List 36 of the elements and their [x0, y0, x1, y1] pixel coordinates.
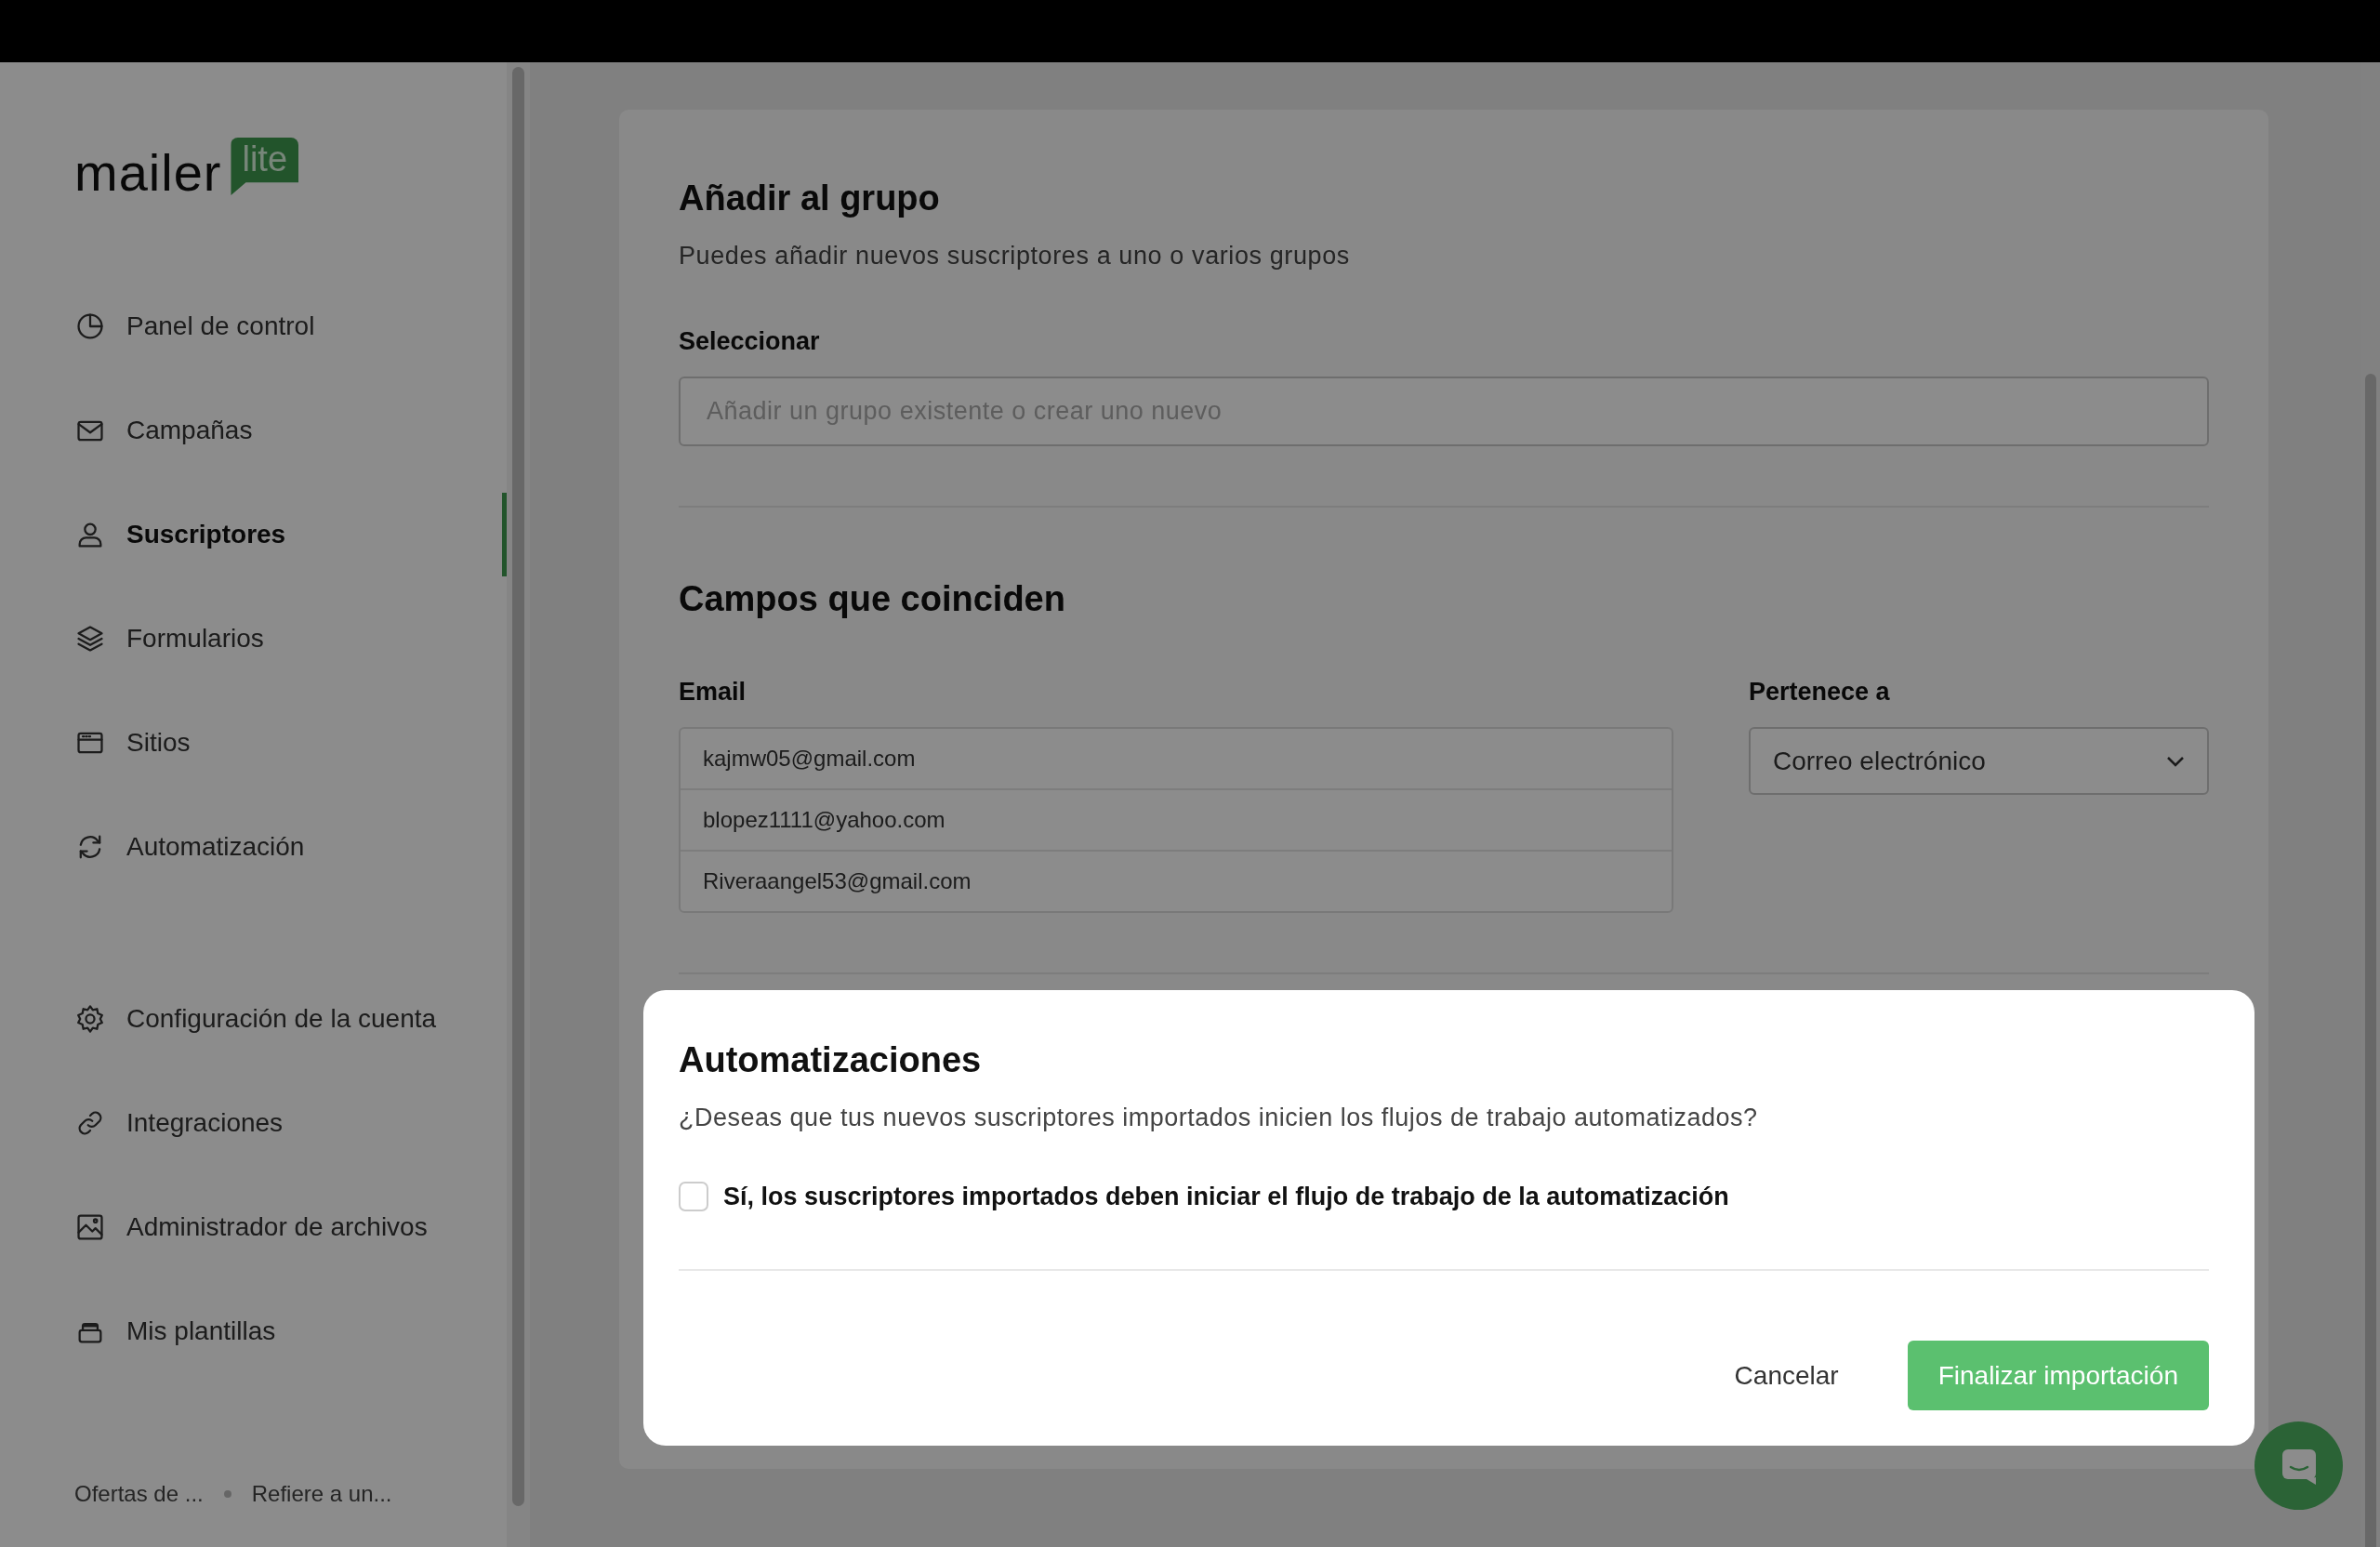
- field-label: Seleccionar: [679, 326, 821, 357]
- sidebar-item[interactable]: Panel de control: [74, 274, 483, 378]
- footer-link[interactable]: Ofertas de ...: [74, 1481, 204, 1507]
- sidebar-item[interactable]: Integraciones: [74, 1071, 483, 1175]
- image-icon: [74, 1211, 106, 1243]
- sidebar-item[interactable]: Administrador de archivos: [74, 1175, 483, 1279]
- logo-badge: lite: [231, 138, 299, 195]
- dialog-question: ¿Deseas que tus nuevos suscriptores importados inicien los flujos de trabajo automatizados?: [679, 1103, 1759, 1133]
- column-label: Email: [679, 677, 747, 707]
- clock-icon: [74, 311, 106, 342]
- gear-icon: [74, 1003, 106, 1035]
- sidebar-item[interactable]: Sitios: [74, 691, 483, 795]
- section-subtitle: Puedes añadir nuevos suscriptores a uno o varios grupos: [679, 241, 1351, 271]
- checkbox[interactable]: [679, 1182, 708, 1211]
- section-title: Añadir al grupo: [679, 178, 941, 219]
- separator-dot: [223, 1490, 231, 1498]
- checkbox-label: Sí, los suscriptores importados deben iniciar el flujo de trabajo de la automatización: [723, 1182, 1729, 1211]
- email-cell-text: kajmw05@gmail.com: [702, 745, 917, 773]
- chevron-down-icon: [2166, 755, 2185, 767]
- section-title: Campos que coinciden: [679, 578, 1066, 620]
- dialog-title: Automatizaciones: [679, 1039, 983, 1081]
- email-cell: blopez1111@yahoo.com: [681, 788, 1672, 850]
- cancel-button[interactable]: Cancelar: [1702, 1342, 1871, 1409]
- sidebar-item[interactable]: Campañas: [74, 378, 483, 483]
- sidebar-item[interactable]: Suscriptores: [74, 483, 483, 587]
- field-label: Pertenece a: [1749, 677, 1891, 707]
- footer-link[interactable]: Refiere a un...: [251, 1481, 392, 1507]
- sidebar-item[interactable]: Mis plantillas: [74, 1279, 483, 1383]
- field-type-dropdown[interactable]: Correo electrónico: [1749, 727, 2209, 795]
- scrollbar-thumb[interactable]: [512, 67, 524, 1506]
- logo-text: mailer: [74, 147, 222, 199]
- sidebar-item[interactable]: Automatización: [74, 795, 483, 899]
- scrollbar-thumb[interactable]: [2365, 374, 2376, 1547]
- sidebar-item[interactable]: Configuración de la cuenta: [74, 967, 483, 1071]
- sidebar-item[interactable]: Formularios: [74, 587, 483, 691]
- email-cell: Riveraangel53@gmail.com: [681, 850, 1672, 911]
